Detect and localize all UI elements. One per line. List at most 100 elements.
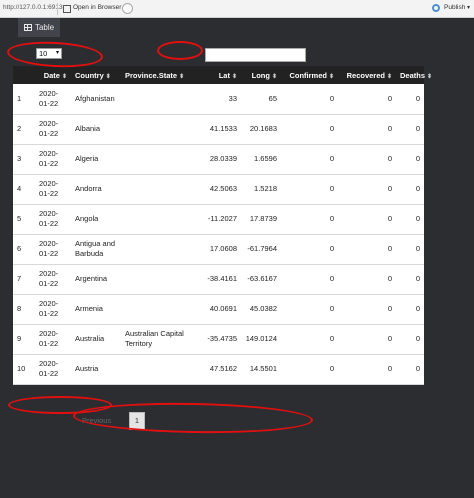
cell-long: -63.6167 (241, 264, 281, 295)
cell-date: 2020-01-22 (35, 204, 71, 235)
cell-province-state (121, 294, 201, 325)
cell-deaths: 0 (396, 264, 424, 295)
cell-country: Australia (71, 324, 121, 355)
cell-lat: -38.4161 (201, 264, 241, 295)
table-row: 10 2020-01-22 Austria 47.5162 14.5501 0 … (13, 354, 424, 385)
cell-confirmed: 0 (281, 174, 338, 205)
table-row: 6 2020-01-22 Antigua and Barbuda 17.0608… (13, 234, 424, 265)
cell-date: 2020-01-22 (35, 234, 71, 265)
open-in-browser-button[interactable]: Open in Browser (73, 4, 121, 11)
cell-lat: 17.0608 (201, 234, 241, 265)
cell-province-state: Australian Capital Territory (121, 324, 201, 355)
table-row: 9 2020-01-22 Australia Australian Capita… (13, 324, 424, 355)
cell-lat: 40.0691 (201, 294, 241, 325)
cell-date: 2020-01-22 (35, 354, 71, 385)
cell-recovered: 0 (338, 354, 396, 385)
open-external-icon[interactable] (63, 5, 71, 13)
table-row: 3 2020-01-22 Algeria 28.0339 1.6596 0 0 … (13, 144, 424, 175)
table-row: 2 2020-01-22 Albania 41.1533 20.1683 0 0… (13, 114, 424, 145)
cell-deaths: 0 (396, 324, 424, 355)
column-header-country[interactable]: Country ⬍ (71, 66, 121, 84)
cell-deaths: 0 (396, 144, 424, 175)
cell-long: 65 (241, 84, 281, 115)
cell-index: 8 (13, 294, 35, 325)
cell-recovered: 0 (338, 204, 396, 235)
cell-index: 1 (13, 84, 35, 115)
annotation-ellipse-pagination (72, 400, 314, 436)
cell-province-state (121, 264, 201, 295)
cell-long: 1.5218 (241, 174, 281, 205)
table-header-row: Date ⬍ Country ⬍ Province.State ⬍ Lat ⬍ Long… (13, 66, 432, 84)
refresh-icon[interactable] (122, 3, 133, 14)
cell-long: 20.1683 (241, 114, 281, 145)
cell-recovered: 0 (338, 84, 396, 115)
cell-date: 2020-01-22 (35, 294, 71, 325)
column-header-label: Deaths (400, 70, 426, 80)
publish-dropdown-icon[interactable]: ▾ (467, 4, 470, 11)
cell-deaths: 0 (396, 84, 424, 115)
cell-long: -61.7964 (241, 234, 281, 265)
cell-country: Algeria (71, 144, 121, 175)
sort-icon: ⬍ (271, 73, 277, 80)
cell-confirmed: 0 (281, 144, 338, 175)
publish-icon[interactable] (432, 4, 440, 12)
cell-deaths: 0 (396, 174, 424, 205)
data-table: Date ⬍ Country ⬍ Province.State ⬍ Lat ⬍ Long… (13, 66, 432, 385)
cell-province-state (121, 234, 201, 265)
table-row: 4 2020-01-22 Andorra 42.5063 1.5218 0 0 … (13, 174, 424, 205)
table-row: 8 2020-01-22 Armenia 40.0691 45.0382 0 0… (13, 294, 424, 325)
cell-deaths: 0 (396, 204, 424, 235)
column-header-lat[interactable]: Lat ⬍ (201, 66, 241, 84)
cell-date: 2020-01-22 (35, 84, 71, 115)
tab-table-label: Table (34, 23, 55, 32)
column-header-province-state[interactable]: Province.State ⬍ (121, 66, 201, 84)
cell-index: 10 (13, 354, 35, 385)
cell-lat: -35.4735 (201, 324, 241, 355)
tab-table[interactable]: Table (18, 18, 60, 37)
cell-province-state (121, 84, 201, 115)
cell-date: 2020-01-22 (35, 264, 71, 295)
table-row: 7 2020-01-22 Argentina -38.4161 -63.6167… (13, 264, 424, 295)
cell-recovered: 0 (338, 294, 396, 325)
column-header-index (13, 66, 35, 84)
cell-date: 2020-01-22 (35, 324, 71, 355)
column-header-confirmed[interactable]: Confirmed ⬍ (281, 66, 338, 84)
cell-province-state (121, 204, 201, 235)
column-header-label: Country (75, 70, 104, 80)
column-header-long[interactable]: Long ⬍ (241, 66, 281, 84)
annotation-ellipse-search (157, 41, 203, 60)
sort-icon: ⬍ (179, 73, 185, 80)
table-icon (23, 24, 32, 31)
cell-lat: -11.2027 (201, 204, 241, 235)
cell-confirmed: 0 (281, 204, 338, 235)
cell-confirmed: 0 (281, 234, 338, 265)
search-input[interactable] (205, 48, 306, 62)
tab-bar: Table (0, 18, 474, 38)
cell-recovered: 0 (338, 234, 396, 265)
publish-button[interactable]: Publish (444, 4, 465, 11)
cell-province-state (121, 144, 201, 175)
cell-index: 2 (13, 114, 35, 145)
cell-country: Afghanistan (71, 84, 121, 115)
cell-country: Armenia (71, 294, 121, 325)
cell-index: 6 (13, 234, 35, 265)
cell-lat: 28.0339 (201, 144, 241, 175)
table-row: 5 2020-01-22 Angola -11.2027 17.8739 0 0… (13, 204, 424, 235)
column-header-label: Recovered (346, 70, 385, 80)
cell-country: Antigua and Barbuda (71, 234, 121, 265)
cell-confirmed: 0 (281, 324, 338, 355)
cell-confirmed: 0 (281, 294, 338, 325)
column-header-label: Long (251, 70, 270, 80)
cell-confirmed: 0 (281, 114, 338, 145)
column-header-recovered[interactable]: Recovered ⬍ (338, 66, 396, 84)
sort-icon: ⬍ (386, 73, 392, 80)
cell-province-state (121, 174, 201, 205)
cell-date: 2020-01-22 (35, 144, 71, 175)
column-header-date[interactable]: Date ⬍ (35, 66, 71, 84)
cell-deaths: 0 (396, 294, 424, 325)
sort-icon: ⬍ (427, 73, 433, 80)
cell-recovered: 0 (338, 324, 396, 355)
column-header-deaths[interactable]: Deaths ⬍ (396, 66, 432, 84)
sort-icon: ⬍ (61, 73, 67, 80)
cell-lat: 33 (201, 84, 241, 115)
